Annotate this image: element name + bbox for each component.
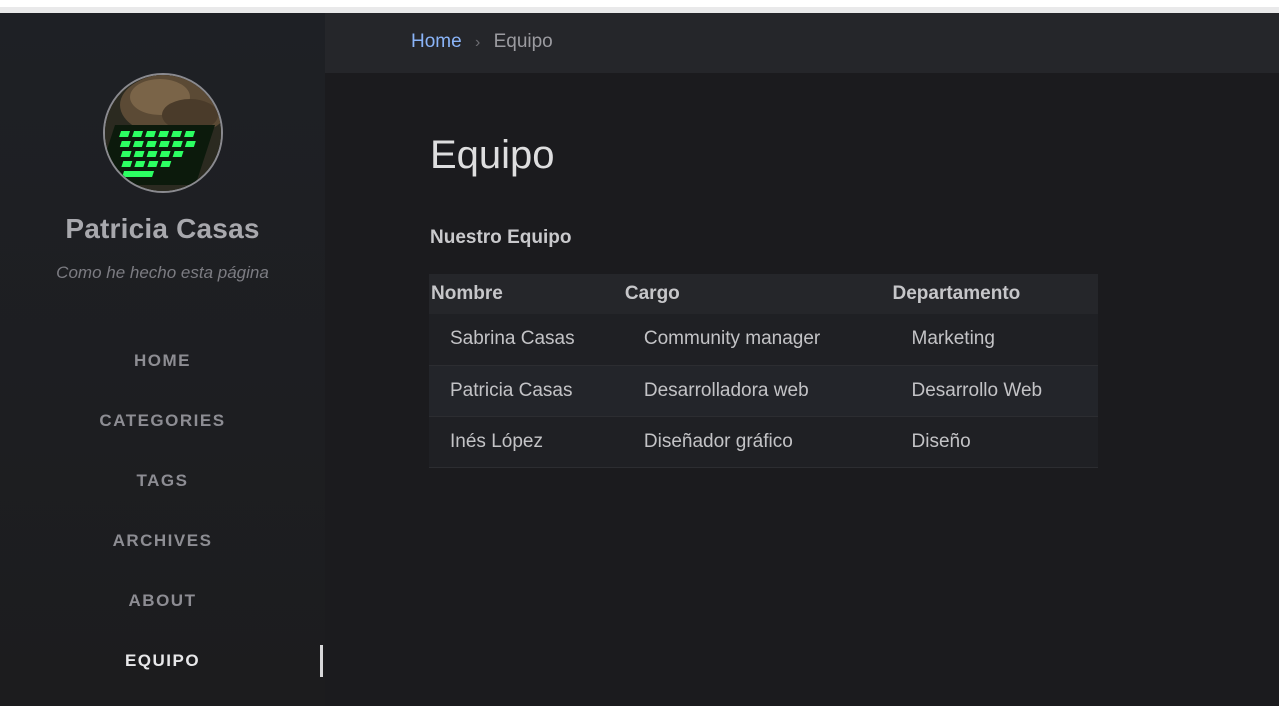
site-title[interactable]: Patricia Casas [0, 213, 325, 245]
nav-item-categories[interactable]: CATEGORIES [0, 403, 325, 463]
cell-departamento: Marketing [911, 328, 995, 350]
breadcrumb: Home › Equipo [411, 31, 553, 53]
cell-cargo: Diseñador gráfico [643, 430, 793, 452]
sidebar-nav: HOME CATEGORIES TAGS ARCHIVES ABOUT EQUI… [0, 343, 325, 703]
header-departamento: Departamento [892, 283, 1021, 304]
sidebar: Patricia Casas Como he hecho esta página… [0, 13, 325, 706]
site-subtitle: Como he hecho esta página [56, 263, 269, 282]
header-cargo: Cargo [624, 283, 680, 304]
table-row: Sabrina Casas Community manager Marketin… [429, 314, 1098, 365]
avatar-photo [105, 75, 221, 191]
header-nombre: Nombre [431, 283, 503, 304]
team-table: Nombre Cargo Departamento Sabrina Casas … [429, 274, 1098, 468]
avatar[interactable] [103, 73, 223, 193]
section-title: Nuestro Equipo [430, 227, 572, 248]
browser-top-edge [0, 0, 1279, 13]
nav-item-archives[interactable]: ARCHIVES [0, 523, 325, 583]
cell-departamento: Diseño [911, 430, 971, 452]
breadcrumb-home-link[interactable]: Home [411, 31, 462, 52]
nav-item-about[interactable]: ABOUT [0, 583, 325, 643]
table-header-row: Nombre Cargo Departamento [429, 274, 1098, 314]
nav-item-equipo[interactable]: EQUIPO [0, 643, 325, 703]
cell-nombre: Inés López [450, 430, 543, 452]
cell-cargo: Community manager [643, 328, 821, 350]
cell-nombre: Patricia Casas [450, 379, 573, 401]
breadcrumb-separator: › [474, 34, 481, 51]
cell-nombre: Sabrina Casas [450, 328, 575, 350]
table-row: Patricia Casas Desarrolladora web Desarr… [429, 365, 1098, 416]
table-row: Inés López Diseñador gráfico Diseño [429, 416, 1098, 467]
breadcrumb-current: Equipo [493, 31, 553, 52]
cell-cargo: Desarrolladora web [643, 379, 809, 401]
nav-item-tags[interactable]: TAGS [0, 463, 325, 523]
page-title: Equipo [430, 133, 555, 177]
nav-item-home[interactable]: HOME [0, 343, 325, 403]
cell-departamento: Desarrollo Web [911, 379, 1043, 401]
topbar: Home › Equipo [325, 13, 1279, 73]
